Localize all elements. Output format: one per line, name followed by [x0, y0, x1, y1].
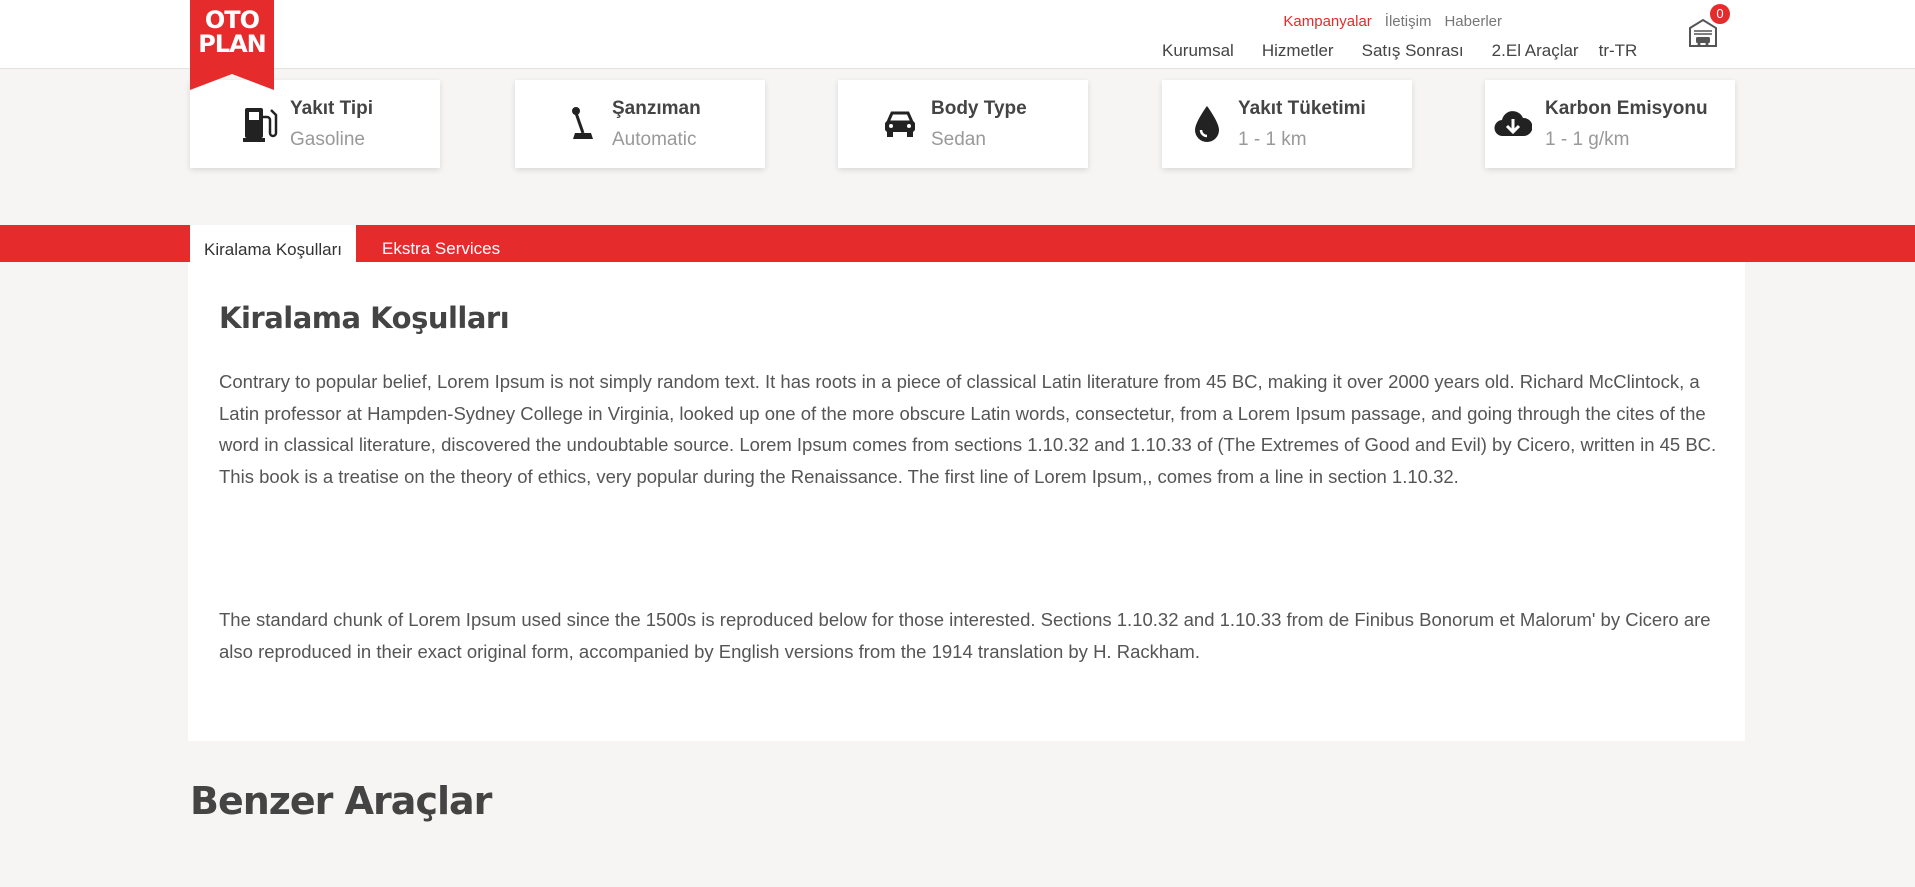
fuel-pump-icon	[240, 104, 280, 144]
feature-title: Karbon Emisyonu	[1545, 98, 1708, 119]
cloud-download-icon	[1493, 104, 1533, 144]
language-selector[interactable]: tr-TR	[1599, 41, 1638, 61]
top-link-kampanyalar[interactable]: Kampanyalar	[1283, 13, 1371, 30]
feature-card-fuel-consumption: Yakıt Tüketimi 1 - 1 km	[1162, 80, 1412, 168]
tab-bar: Kiralama Koşulları Ekstra Services	[0, 225, 1915, 262]
content-heading: Kiralama Koşulları	[219, 301, 510, 335]
nav-item-ikinci-el[interactable]: 2.El Araçlar	[1492, 41, 1579, 61]
gear-shift-icon	[561, 104, 601, 144]
feature-card-fuel-type: Yakıt Tipi Gasoline	[190, 80, 440, 168]
nav-item-satis-sonrasi[interactable]: Satış Sonrası	[1362, 41, 1464, 61]
drop-icon	[1187, 104, 1227, 144]
feature-title: Yakıt Tipi	[290, 98, 374, 119]
feature-card-carbon-emission: Karbon Emisyonu 1 - 1 g/km	[1485, 80, 1735, 168]
content-paragraph: Contrary to popular belief, Lorem Ipsum …	[219, 371, 1717, 487]
main-nav: Kurumsal Hizmetler Satış Sonrası 2.El Ar…	[1162, 41, 1637, 61]
otoplan-logo[interactable]: OTO PLAN	[190, 0, 274, 90]
content-paragraph: The standard chunk of Lorem Ipsum used s…	[219, 609, 1711, 662]
similar-vehicles-heading: Benzer Araçlar	[190, 779, 492, 823]
feature-title: Şanzıman	[612, 98, 701, 119]
tab-ekstra-services[interactable]: Ekstra Services	[382, 225, 500, 262]
garage-count-badge: 0	[1710, 4, 1730, 24]
logo-text: OTO PLAN	[198, 6, 267, 58]
feature-card-body-type: Body Type Sedan	[838, 80, 1088, 168]
feature-title: Yakıt Tüketimi	[1238, 98, 1366, 119]
nav-item-hizmetler[interactable]: Hizmetler	[1262, 41, 1334, 61]
feature-value: Sedan	[931, 129, 986, 150]
feature-title: Body Type	[931, 98, 1027, 119]
feature-value: Automatic	[612, 129, 697, 150]
top-link-iletisim[interactable]: İletişim	[1385, 13, 1432, 30]
feature-value: 1 - 1 km	[1238, 129, 1307, 150]
top-links: Kampanyalar İletişim Haberler	[1283, 13, 1502, 30]
feature-value: 1 - 1 g/km	[1545, 129, 1630, 150]
site-header: Kampanyalar İletişim Haberler Kurumsal H…	[0, 0, 1915, 69]
top-link-haberler[interactable]: Haberler	[1444, 13, 1502, 30]
tab-content-panel: Kiralama Koşulları Contrary to popular b…	[188, 262, 1745, 741]
car-icon	[880, 104, 920, 144]
tab-kiralama-kosullari[interactable]: Kiralama Koşulları	[190, 225, 356, 262]
feature-value: Gasoline	[290, 129, 365, 150]
feature-card-transmission: Şanzıman Automatic	[515, 80, 765, 168]
nav-item-kurumsal[interactable]: Kurumsal	[1162, 41, 1234, 61]
